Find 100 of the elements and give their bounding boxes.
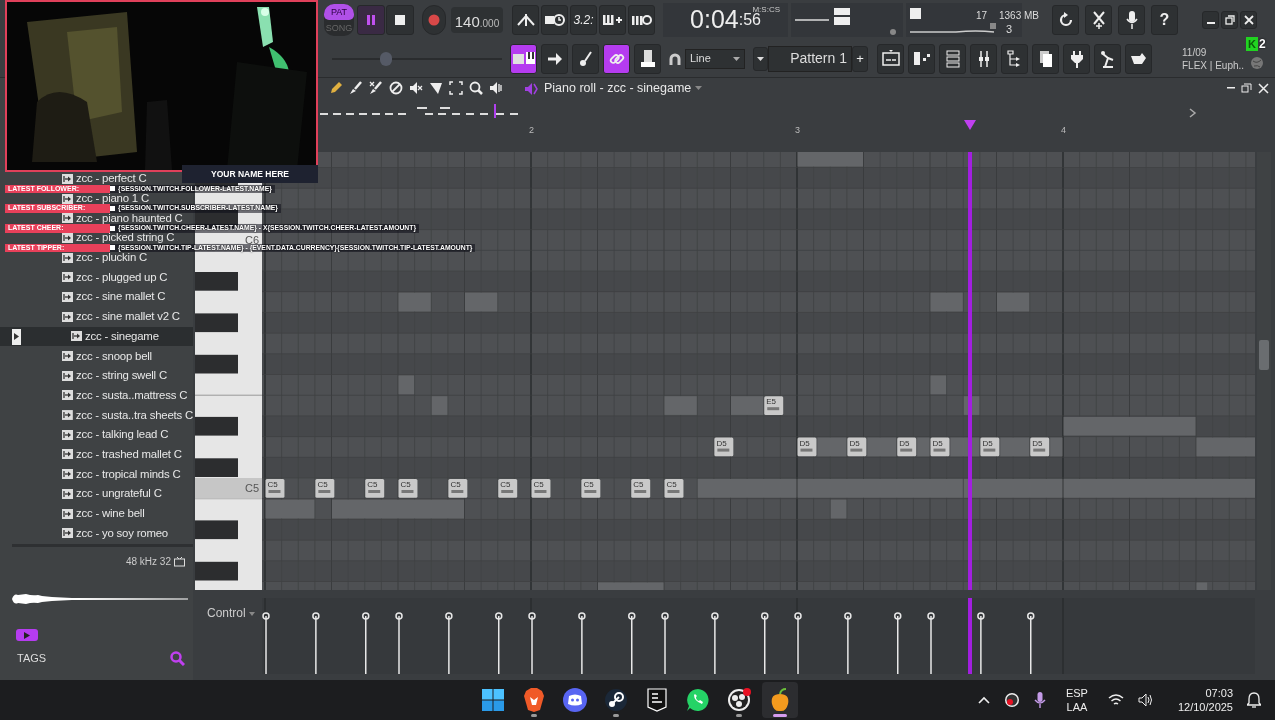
tool-button[interactable]: [428, 81, 444, 95]
tempo-display[interactable]: 140.000: [451, 6, 503, 33]
clock-date[interactable]: 12/10/2025: [1177, 700, 1233, 714]
browser-item[interactable]: zcc - pluckin C: [0, 252, 193, 264]
pencil-icon: [329, 81, 343, 95]
pause-button[interactable]: [357, 4, 385, 35]
browser-item-label: zcc - string swell C: [76, 370, 167, 382]
control-selector[interactable]: Control: [207, 606, 256, 620]
toolbar-button[interactable]: [541, 43, 568, 74]
browser-item-label: zcc - sine mallet C: [76, 291, 166, 303]
record-button[interactable]: [422, 4, 446, 35]
velocity-lane-drawing[interactable]: [262, 612, 1035, 674]
note[interactable]: C5: [315, 479, 335, 498]
toolbar-button[interactable]: ?: [1151, 4, 1178, 35]
note[interactable]: C5: [265, 479, 285, 498]
bar-number: 2: [529, 124, 534, 137]
play-button[interactable]: [16, 629, 38, 642]
note[interactable]: C5: [398, 479, 418, 498]
browser-item-label: zcc - snoop bell: [76, 350, 152, 362]
tool-button[interactable]: [368, 81, 384, 95]
browser-item[interactable]: zcc - plugged up C: [0, 271, 193, 283]
note[interactable]: C5: [448, 479, 468, 498]
browser-item[interactable]: zcc - trashed mallet C: [0, 448, 193, 460]
bullet-icon: [110, 245, 115, 251]
record-icon: [428, 13, 440, 26]
keyboard-layout[interactable]: LAA: [1065, 700, 1088, 714]
mode-toggle[interactable]: PAT: [324, 3, 354, 20]
phone-chat-icon: [686, 688, 710, 712]
browser-item[interactable]: zcc - ungrateful C: [0, 488, 193, 500]
snap-select[interactable]: Line: [685, 48, 745, 69]
toolbar-button[interactable]: 3.2:: [570, 4, 597, 35]
tool-button[interactable]: [328, 81, 344, 95]
browser-item[interactable]: zcc - piano haunted C: [0, 212, 193, 224]
toolbar-button[interactable]: [1118, 4, 1145, 35]
language-indicator[interactable]: ESP: [1065, 686, 1088, 700]
toolbar-button[interactable]: [572, 43, 599, 74]
browser-item[interactable]: zcc - snoop bell: [0, 350, 193, 362]
taskbar-app[interactable]: [762, 682, 798, 718]
note[interactable]: C5: [664, 479, 684, 498]
toolbar-button[interactable]: [1085, 4, 1112, 35]
close-icon: [1242, 13, 1255, 26]
browser-item[interactable]: zcc - sine mallet C: [0, 291, 193, 303]
tool-button[interactable]: [388, 81, 404, 95]
minimize-button[interactable]: [1202, 10, 1219, 29]
restore-button[interactable]: [1221, 10, 1238, 29]
toolbar-button[interactable]: [1032, 43, 1059, 74]
note[interactable]: C5: [498, 479, 518, 498]
browser-item[interactable]: zcc - yo soy romeo: [0, 527, 193, 539]
toolbar-button[interactable]: [908, 43, 935, 74]
browser-item[interactable]: zcc - wine bell: [0, 508, 193, 520]
select-icon: [449, 81, 463, 95]
close-button[interactable]: [1240, 10, 1257, 29]
add-pattern-button[interactable]: +: [852, 45, 868, 72]
browser-item[interactable]: zcc - talking lead C: [0, 429, 193, 441]
browser-item[interactable]: zcc - tropical minds C: [0, 468, 193, 480]
note[interactable]: C5: [581, 479, 601, 498]
browser-item[interactable]: zcc - susta..mattress C: [0, 389, 193, 401]
toolbar-button[interactable]: [970, 43, 997, 74]
toolbar-button[interactable]: [1094, 43, 1121, 74]
dropdown-button[interactable]: [753, 46, 768, 71]
toolbar-button[interactable]: [877, 43, 904, 74]
note[interactable]: E5: [764, 396, 784, 415]
toolbar-button[interactable]: [1052, 4, 1079, 35]
tool-button[interactable]: [488, 81, 504, 95]
chevron-up-icon: [977, 696, 990, 704]
tool-button[interactable]: [408, 81, 424, 95]
toolbar-button[interactable]: [541, 4, 568, 35]
clock-time[interactable]: 07:03: [1177, 686, 1233, 700]
browser-item[interactable]: zcc - string swell C: [0, 370, 193, 382]
toolbar-button[interactable]: [603, 43, 630, 74]
browser-item[interactable]: zcc - sine mallet v2 C: [0, 311, 193, 323]
toolbar-button[interactable]: [1001, 43, 1028, 74]
tool-button[interactable]: [448, 81, 464, 95]
stop-button[interactable]: [386, 4, 414, 35]
toolbar-button[interactable]: [1063, 43, 1090, 74]
note[interactable]: C5: [531, 479, 551, 498]
restore-button[interactable]: [1241, 82, 1252, 94]
toolbar-button[interactable]: [512, 4, 539, 35]
browser-item[interactable]: zcc - picked string C: [0, 232, 193, 244]
toolbar-button[interactable]: [510, 43, 537, 74]
toolbar-button[interactable]: [628, 4, 655, 35]
pattern-selector[interactable]: Pattern 1: [768, 45, 852, 72]
magnet-icon: [669, 53, 681, 66]
vertical-scrollbar[interactable]: [1257, 152, 1271, 590]
close-icon: [1258, 82, 1269, 94]
toolbar-button[interactable]: [634, 43, 661, 74]
note[interactable]: C5: [365, 479, 385, 498]
tool-button[interactable]: [468, 81, 484, 95]
slider-thumb[interactable]: [380, 51, 393, 66]
brush-icon: [349, 81, 363, 95]
browser-item-label: zcc - perfect C: [76, 173, 147, 185]
toolbar-button[interactable]: [1125, 43, 1152, 74]
search-button[interactable]: [170, 649, 185, 668]
browser-item[interactable]: zcc - sinegame: [0, 326, 193, 347]
note[interactable]: C5: [631, 479, 651, 498]
toolbar-button[interactable]: [599, 4, 626, 35]
browser-item[interactable]: zcc - piano 1 C: [0, 193, 193, 205]
browser-item[interactable]: zcc - susta..tra sheets C: [0, 409, 193, 421]
tool-button[interactable]: [348, 81, 364, 95]
time-display[interactable]: 0:04:56 M:S:CS: [663, 2, 788, 37]
